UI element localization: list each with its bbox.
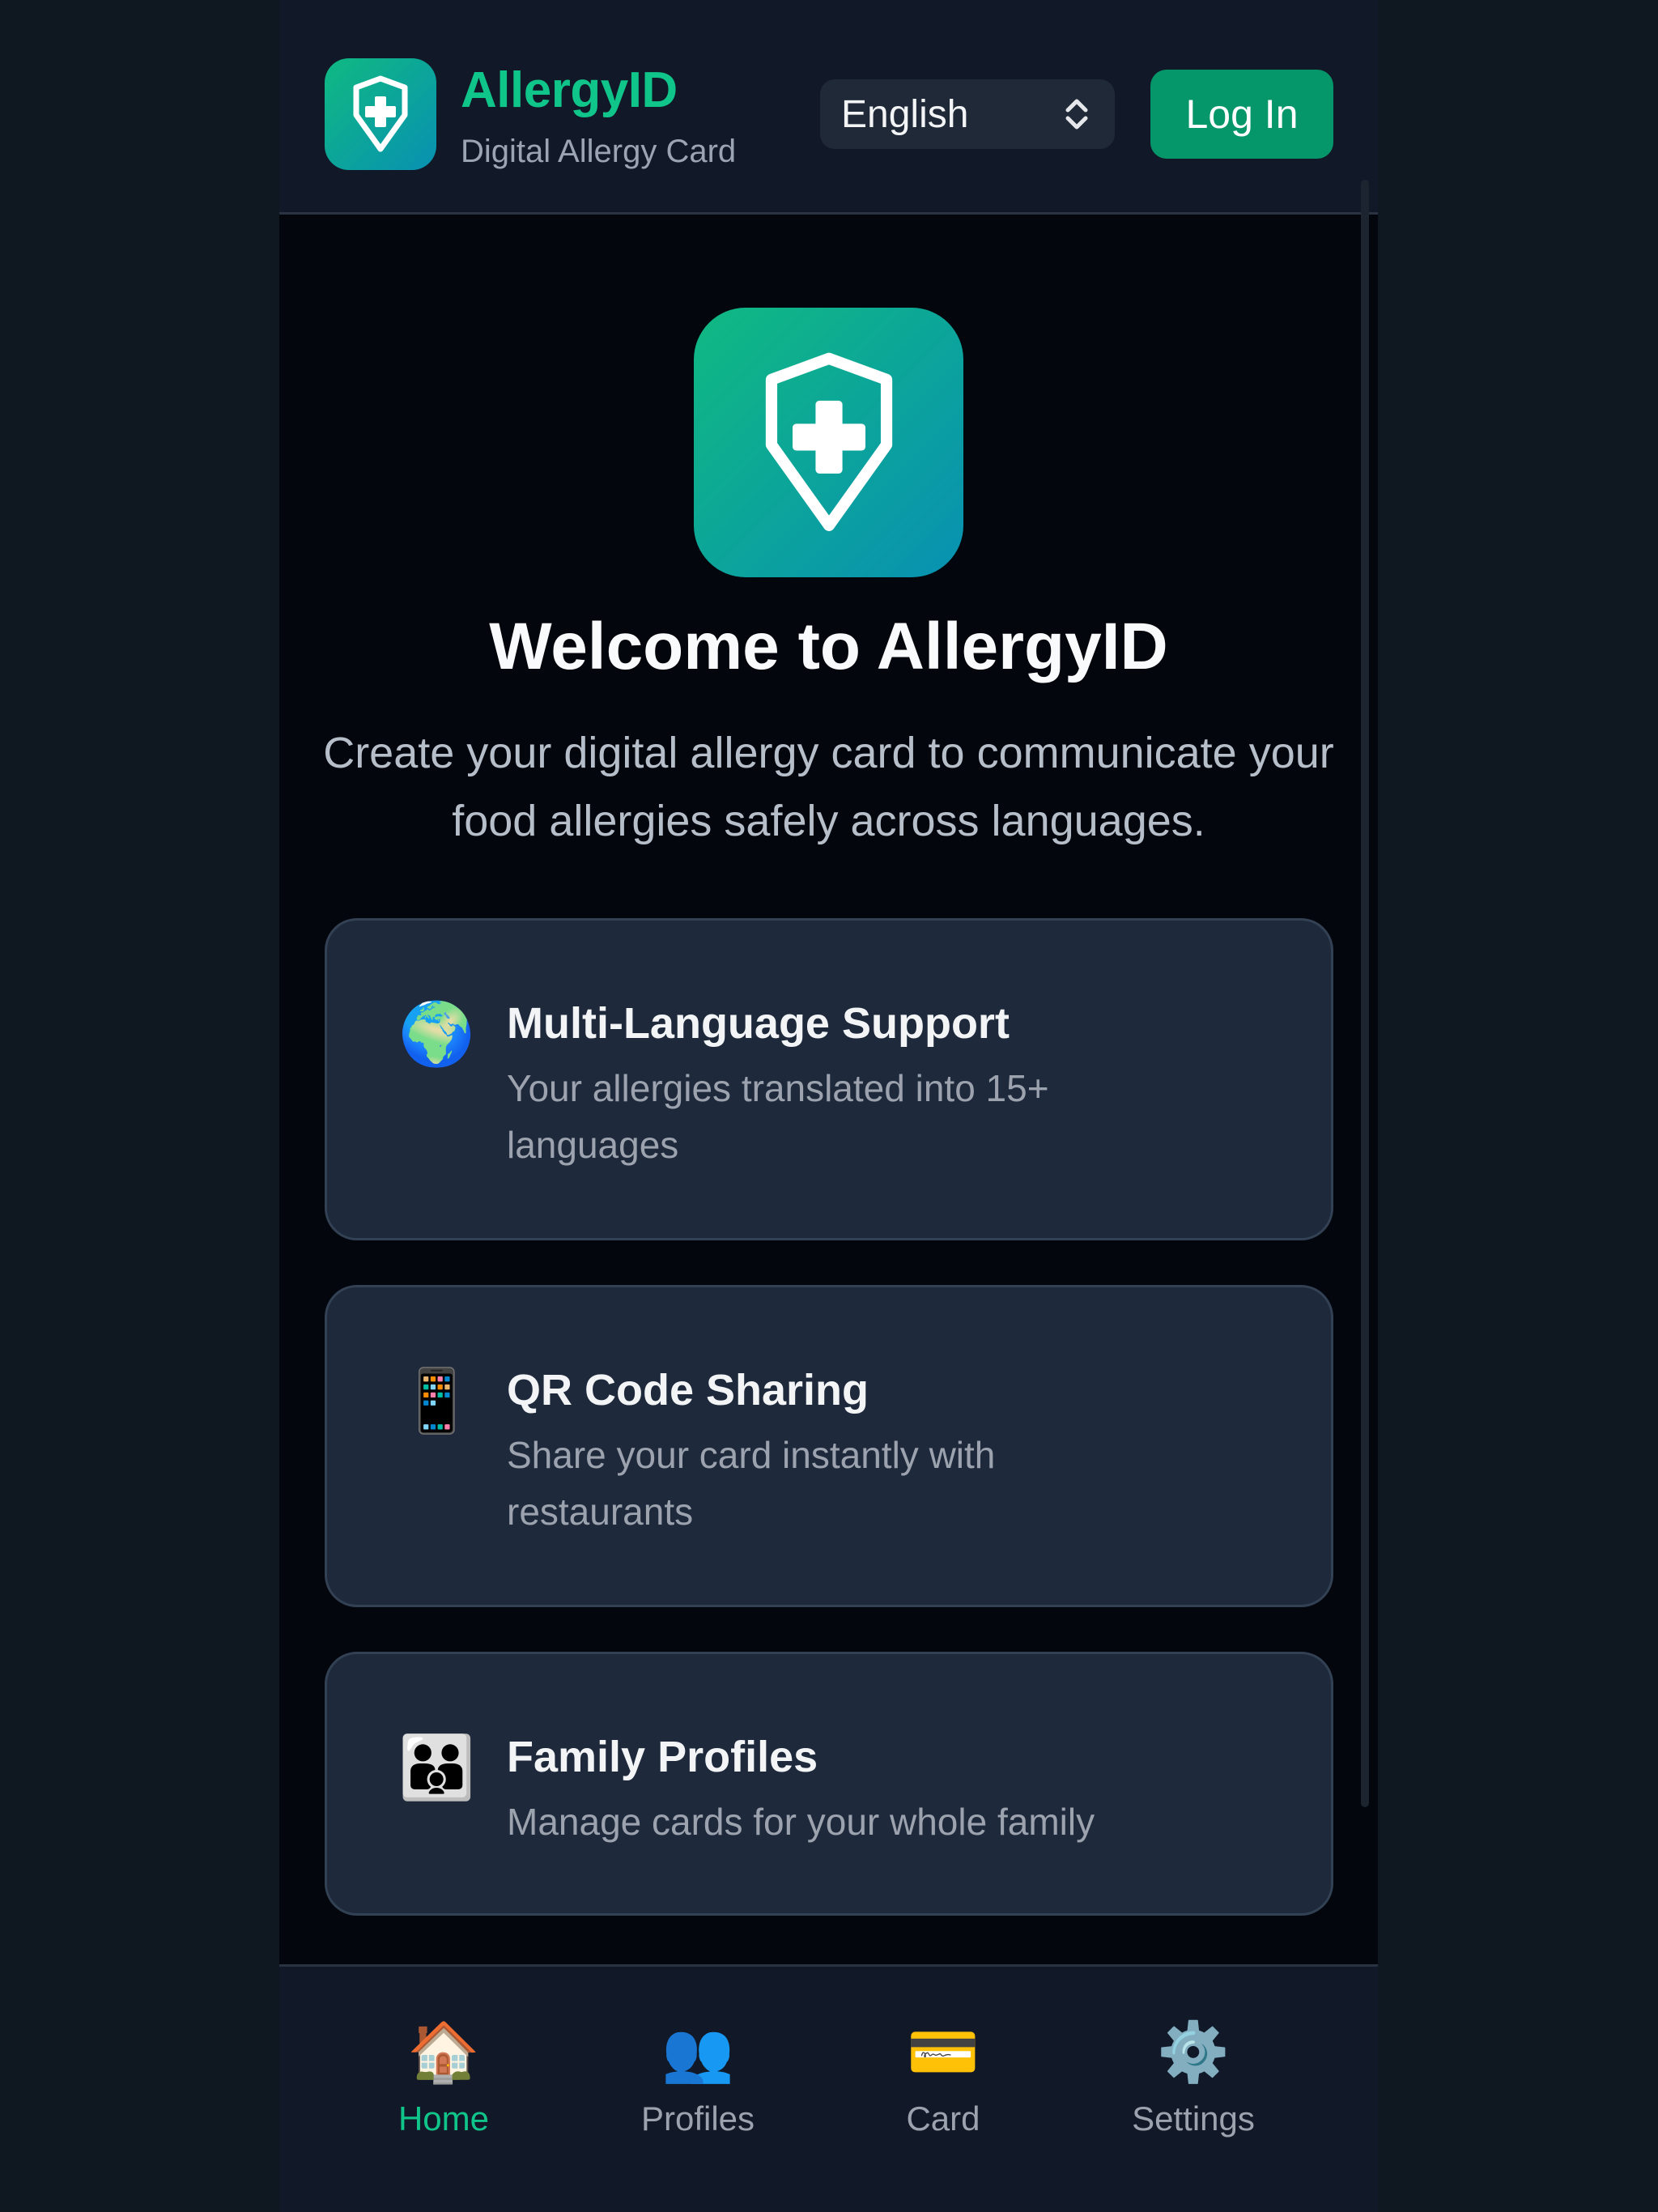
shield-icon (765, 352, 892, 531)
nav-label: Home (397, 2099, 490, 2138)
nav-item-home[interactable]: 🏠 Home (346, 2012, 541, 2138)
nav-item-profiles[interactable]: 👥 Profiles (601, 2012, 795, 2138)
phone-icon: 📱 (398, 1367, 475, 1436)
feature-description: Manage cards for your whole family (507, 1801, 1095, 1843)
nav-label: Settings (1132, 2099, 1255, 2138)
app-screen: AllergyID Digital Allergy Card English L… (279, 0, 1378, 2212)
bottom-navigation: 🏠 Home 👥 Profiles 💳 Card ⚙️ Settings (279, 1964, 1378, 2212)
feature-title: QR Code Sharing (507, 1366, 869, 1414)
login-button[interactable]: Log In (1150, 70, 1333, 159)
app-logo (325, 58, 436, 170)
feature-card-qr-sharing: 📱 QR Code Sharing Share your card instan… (325, 1285, 1333, 1607)
nav-item-card[interactable]: 💳 Card (846, 2012, 1040, 2138)
feature-card-family-profiles: 👪 Family Profiles Manage cards for your … (325, 1652, 1333, 1916)
credit-card-icon: 💳 (907, 2020, 980, 2085)
profiles-icon: 👥 (661, 2020, 734, 2085)
feature-description: Share your card instantly with restauran… (507, 1434, 996, 1533)
family-icon: 👪 (398, 1733, 475, 1802)
hero-logo (694, 308, 963, 577)
nav-label: Profiles (640, 2099, 755, 2138)
globe-icon: 🌍 (398, 1000, 475, 1069)
house-icon: 🏠 (407, 2020, 480, 2085)
feature-title: Family Profiles (507, 1733, 818, 1781)
welcome-description: Create your digital allergy card to comm… (323, 729, 1334, 845)
feature-description: Your allergies translated into 15+ langu… (507, 1067, 1049, 1166)
scrollbar[interactable] (1361, 180, 1369, 1807)
brand-name: AllergyID (461, 62, 678, 118)
brand-subtitle: Digital Allergy Card (461, 134, 737, 169)
welcome-title: Welcome to AllergyID (489, 610, 1168, 683)
language-select[interactable]: English (820, 79, 1115, 149)
nav-label: Card (906, 2099, 980, 2138)
feature-title: Multi-Language Support (507, 999, 1010, 1048)
language-value: English (841, 92, 969, 136)
shield-icon (353, 75, 408, 152)
gear-icon: ⚙️ (1157, 2020, 1230, 2085)
feature-card-multi-language: 🌍 Multi-Language Support Your allergies … (325, 918, 1333, 1240)
app-header: AllergyID Digital Allergy Card English L… (279, 0, 1378, 215)
nav-item-settings[interactable]: ⚙️ Settings (1096, 2012, 1290, 2138)
chevron-updown-icon (1063, 97, 1090, 131)
